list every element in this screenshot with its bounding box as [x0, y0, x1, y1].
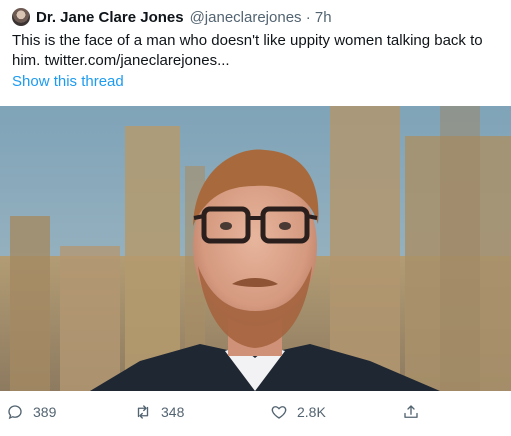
share-icon	[404, 405, 418, 418]
tweet-actions: 389 348 2.8K	[0, 398, 511, 426]
author-avatar[interactable]	[12, 8, 30, 26]
tweet-header: Dr. Jane Clare Jones @janeclarejones · 7…	[12, 6, 332, 28]
reply-button[interactable]: 389	[6, 398, 56, 426]
retweet-icon	[137, 405, 149, 419]
like-count: 2.8K	[297, 404, 326, 420]
tweet[interactable]: Dr. Jane Clare Jones @janeclarejones · 7…	[0, 0, 511, 436]
tweet-text: This is the face of a man who doesn't li…	[12, 32, 483, 69]
reply-count: 389	[33, 404, 57, 420]
photo-image	[0, 106, 511, 391]
author-name[interactable]: Dr. Jane Clare Jones	[36, 9, 184, 26]
retweet-count: 348	[161, 404, 185, 420]
author-handle-timestamp[interactable]: @janeclarejones · 7h	[190, 9, 332, 26]
show-thread-link[interactable]: Show this thread	[12, 73, 124, 90]
like-button[interactable]: 2.8K	[270, 398, 326, 426]
heart-icon	[271, 406, 287, 419]
tweet-photo[interactable]	[0, 106, 511, 391]
share-button[interactable]	[402, 398, 429, 426]
reply-icon	[8, 405, 22, 420]
retweet-button[interactable]: 348	[134, 398, 184, 426]
